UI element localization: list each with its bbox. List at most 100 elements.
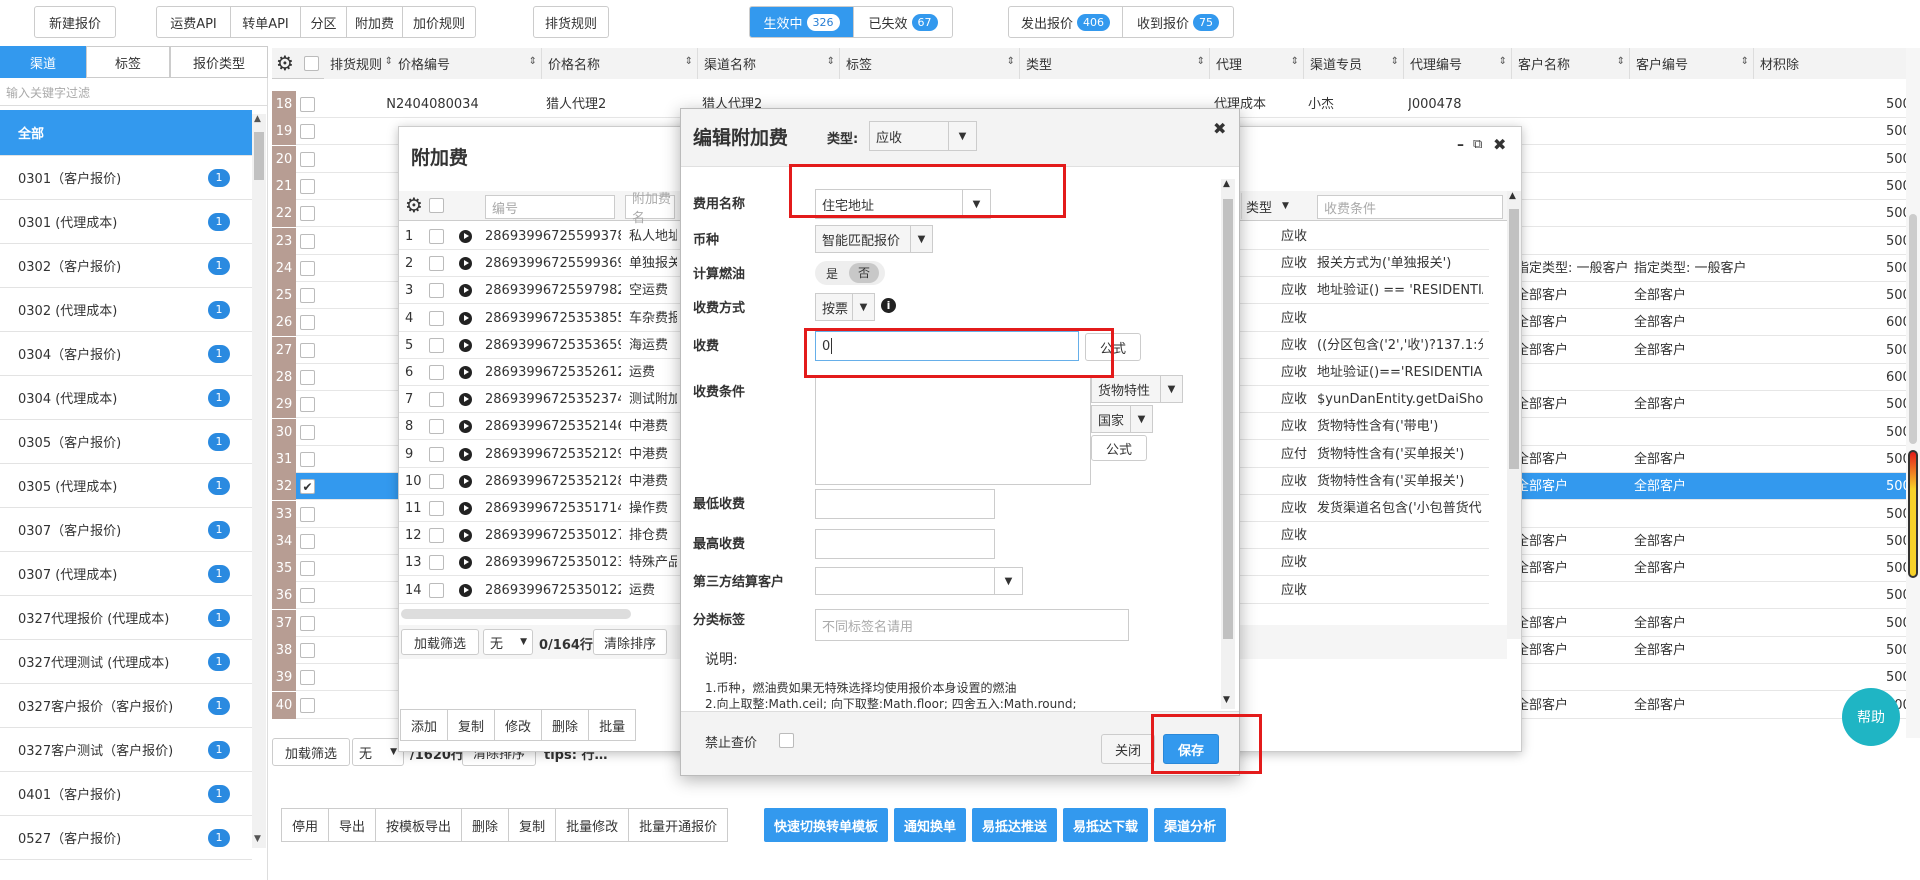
- sort-icon[interactable]: ⇕: [1741, 56, 1749, 67]
- sidebar-item[interactable]: 0301 (代理成本) 1: [0, 200, 252, 244]
- row-checkbox[interactable]: [300, 588, 315, 604]
- select-all-checkbox[interactable]: [304, 56, 319, 75]
- sort-icon[interactable]: ⇕: [1197, 56, 1205, 67]
- row-checkbox[interactable]: [300, 506, 315, 522]
- sort-icon[interactable]: ⇕: [827, 56, 835, 67]
- sidebar-item[interactable]: 0304 (代理成本) 1: [0, 376, 252, 420]
- sidebar-item[interactable]: 0327代理测试 (代理成本) 1: [0, 640, 252, 684]
- surcharge-load-filter-button[interactable]: 加载筛选: [401, 629, 479, 655]
- row-checkbox[interactable]: [300, 342, 315, 358]
- page-scrollbar[interactable]: [1906, 48, 1920, 738]
- tab-freight-api[interactable]: 运费API: [157, 7, 231, 37]
- sidebar-item[interactable]: 0301（客户报价) 1: [0, 156, 252, 200]
- tag-input[interactable]: 不同标签名请用: [815, 609, 1129, 641]
- surcharge-code-search[interactable]: 编号: [485, 195, 615, 219]
- sidebar-item[interactable]: 0302 (代理成本) 1: [0, 288, 252, 332]
- sort-icon[interactable]: ⇕: [1499, 56, 1507, 67]
- row-checkbox[interactable]: [300, 315, 315, 331]
- column-header[interactable]: 代理 ⇕: [1210, 48, 1304, 79]
- play-circle-icon[interactable]: [459, 474, 472, 492]
- play-circle-icon[interactable]: [459, 420, 472, 437]
- main-filter-select[interactable]: 无 ▼: [352, 738, 404, 766]
- help-button[interactable]: 帮助: [1842, 688, 1900, 746]
- play-circle-icon[interactable]: [459, 447, 472, 465]
- action-button[interactable]: 导出: [328, 808, 377, 842]
- surcharge-clear-sort-button[interactable]: 清除排序: [593, 629, 667, 655]
- row-checkbox[interactable]: [300, 615, 315, 631]
- method-select[interactable]: 按票 ▼: [815, 293, 875, 321]
- surcharge-filter-select[interactable]: 无 ▼: [483, 629, 533, 655]
- row-checkbox[interactable]: [300, 561, 315, 577]
- fuel-yes-option[interactable]: 是: [815, 265, 849, 282]
- sort-icon[interactable]: ⇕: [529, 56, 537, 67]
- row-checkbox[interactable]: [300, 697, 315, 713]
- status-expired-tab[interactable]: 已失效 67: [854, 7, 952, 37]
- row-checkbox[interactable]: [300, 178, 315, 194]
- cond-country-select[interactable]: 国家 ▼: [1091, 405, 1153, 433]
- column-header[interactable]: 客户名称 ⇕: [1512, 48, 1630, 79]
- row-checkbox[interactable]: [429, 256, 444, 275]
- action-button[interactable]: 批量开通报价: [628, 808, 729, 842]
- action-button[interactable]: 删除: [541, 709, 590, 741]
- row-checkbox[interactable]: [300, 206, 315, 222]
- sidebar-item[interactable]: 0327代理报价 (代理成本) 1: [0, 596, 252, 640]
- column-header[interactable]: 客户编号 ⇕: [1630, 48, 1754, 79]
- row-checkbox[interactable]: [429, 555, 444, 574]
- row-checkbox[interactable]: [429, 365, 444, 384]
- tab-surcharge[interactable]: 附加费: [347, 7, 403, 37]
- sort-icon[interactable]: ⇕: [1291, 56, 1299, 67]
- sidebar-scrollbar[interactable]: ▲ ▼: [252, 114, 266, 848]
- surcharge-gear-icon[interactable]: ⚙: [405, 193, 423, 217]
- dialog-close-icon[interactable]: ✖: [1213, 119, 1226, 138]
- sort-icon[interactable]: ⇕: [1391, 56, 1399, 67]
- column-header[interactable]: 价格编号 ⇕: [392, 48, 542, 79]
- action-button[interactable]: 删除: [461, 808, 510, 842]
- column-header[interactable]: 渠道名称 ⇕: [698, 48, 840, 79]
- row-checkbox[interactable]: [429, 528, 444, 547]
- status-active-tab[interactable]: 生效中 326: [750, 7, 854, 37]
- action-button[interactable]: 复制: [447, 709, 496, 741]
- sidebar-item[interactable]: 0304（客户报价) 1: [0, 332, 252, 376]
- surcharge-scroll-thumb[interactable]: [1509, 209, 1519, 469]
- play-circle-icon[interactable]: [459, 311, 472, 329]
- row-checkbox[interactable]: [429, 473, 444, 493]
- action-button[interactable]: 添加: [400, 709, 449, 741]
- sidebar-item[interactable]: 全部: [0, 110, 252, 156]
- sidebar-scroll-thumb[interactable]: [254, 132, 264, 180]
- row-checkbox[interactable]: [300, 424, 315, 440]
- row-checkbox[interactable]: [429, 283, 444, 302]
- play-circle-icon[interactable]: [459, 366, 472, 383]
- action-button[interactable]: 按模板导出: [375, 808, 463, 842]
- forbid-query-checkbox[interactable]: [779, 733, 794, 752]
- play-circle-icon[interactable]: [459, 529, 472, 546]
- info-icon[interactable]: i: [881, 298, 896, 313]
- row-checkbox[interactable]: [429, 229, 444, 248]
- sidebar-item[interactable]: 0327客户测试（客户报价) 1: [0, 728, 252, 772]
- row-checkbox[interactable]: [300, 233, 315, 249]
- row-checkbox[interactable]: [300, 370, 315, 385]
- row-checkbox[interactable]: [429, 419, 444, 438]
- sidebar-item[interactable]: 0307 (代理成本) 1: [0, 552, 252, 596]
- sidebar-item[interactable]: 0302（客户报价) 1: [0, 244, 252, 288]
- column-header[interactable]: 代理编号 ⇕: [1404, 48, 1512, 79]
- surcharge-scrollbar[interactable]: ▲: [1507, 191, 1521, 639]
- sidebar-item[interactable]: 0527（客户报价) 1: [0, 816, 252, 860]
- sidebar-scroll-down-icon[interactable]: ▼: [254, 834, 261, 844]
- column-header[interactable]: 渠道专员 ⇕: [1304, 48, 1404, 79]
- dialog-scrollbar[interactable]: ▲ ▼: [1221, 179, 1235, 709]
- tab-transfer-api[interactable]: 转单API: [231, 7, 301, 37]
- column-header[interactable]: 标签 ⇕: [840, 48, 1020, 79]
- panel-close-icon[interactable]: ✖: [1493, 135, 1506, 154]
- action-button[interactable]: 批量: [588, 709, 637, 741]
- row-checkbox[interactable]: ✔: [300, 479, 315, 495]
- sidebar-filter-input[interactable]: 输入关键字过滤: [0, 80, 268, 106]
- row-checkbox[interactable]: [300, 397, 315, 413]
- play-circle-icon[interactable]: [459, 284, 472, 301]
- blue-action-button[interactable]: 易抵达下载: [1063, 808, 1149, 842]
- third-party-select[interactable]: ▼: [815, 567, 1023, 595]
- row-checkbox[interactable]: [429, 392, 444, 411]
- row-checkbox[interactable]: [300, 533, 315, 549]
- sidebar-tab-quote-type[interactable]: 报价类型: [170, 46, 268, 78]
- sidebar-tab-tag[interactable]: 标签: [86, 46, 170, 78]
- action-button[interactable]: 复制: [508, 808, 557, 842]
